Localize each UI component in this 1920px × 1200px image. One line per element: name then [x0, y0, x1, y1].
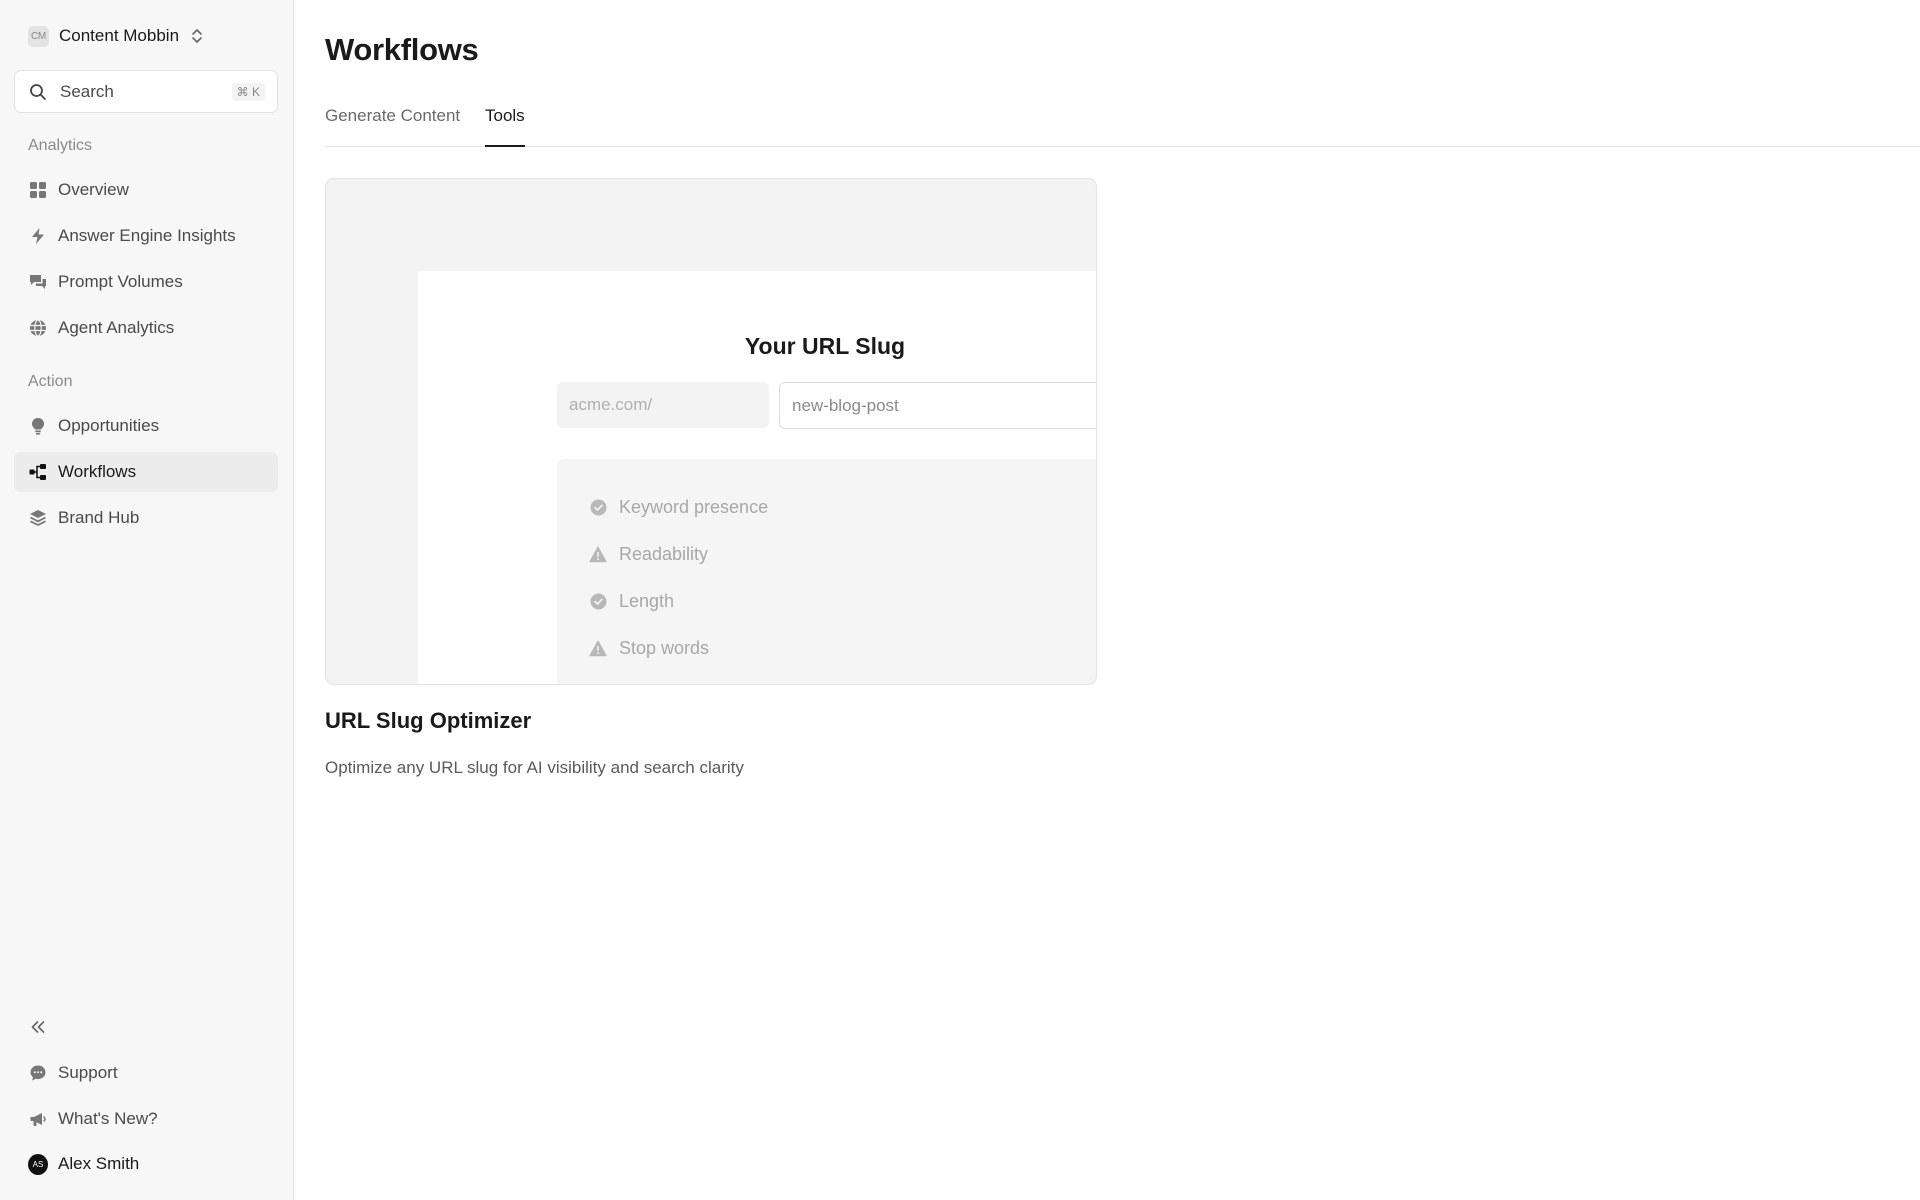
- sidebar-item-label: Answer Engine Insights: [58, 226, 236, 245]
- search-icon: [29, 83, 47, 101]
- check-circle-icon: [589, 593, 607, 611]
- megaphone-icon: [28, 1109, 48, 1129]
- bolt-icon: [28, 226, 48, 246]
- sidebar-item-answer-engine-insights[interactable]: Answer Engine Insights: [14, 216, 278, 256]
- sidebar-item-agent-analytics[interactable]: Agent Analytics: [14, 308, 278, 348]
- user-name: Alex Smith: [58, 1154, 140, 1173]
- sidebar: CM Content Mobbin Search ⌘ K Analytics O…: [0, 0, 294, 1200]
- search-input[interactable]: Search ⌘ K: [14, 70, 278, 113]
- check-label: Length: [619, 591, 675, 611]
- warning-triangle-icon: [589, 546, 607, 564]
- sidebar-item-opportunities[interactable]: Opportunities: [14, 406, 278, 446]
- page-title: Workflows: [325, 32, 479, 67]
- sidebar-item-label: What's New?: [58, 1109, 158, 1128]
- sidebar-item-overview[interactable]: Overview: [14, 170, 278, 210]
- collapse-sidebar-button[interactable]: [28, 1017, 48, 1037]
- check-item-readability: Readability: [589, 544, 708, 565]
- preview-title: Your URL Slug: [744, 333, 906, 359]
- warning-triangle-icon: [589, 640, 607, 658]
- main-content: Workflows Generate Content Tools Your UR…: [295, 0, 1920, 1200]
- sidebar-item-label: Agent Analytics: [58, 318, 175, 337]
- check-label: Stop words: [619, 638, 710, 658]
- preview-checks-list: Keyword presence Readability Length Stop…: [557, 459, 1096, 684]
- workflow-icon: [28, 462, 48, 482]
- avatar-initials: AS: [28, 1153, 48, 1175]
- workspace-name: Content Mobbin: [59, 26, 180, 45]
- tab-bar: Generate Content Tools: [325, 96, 1920, 147]
- tab-generate-content[interactable]: Generate Content: [325, 106, 460, 146]
- sidebar-item-label: Support: [58, 1063, 118, 1082]
- chat-bubbles-icon: [28, 272, 48, 292]
- search-shortcut: ⌘ K: [231, 82, 265, 101]
- preview-panel: Your URL Slug acme.com/ new-blog-post Ke…: [418, 271, 1096, 684]
- user-menu[interactable]: AS Alex Smith: [14, 1144, 278, 1184]
- layers-icon: [28, 508, 48, 528]
- sidebar-item-label: Opportunities: [58, 416, 160, 435]
- sidebar-item-brand-hub[interactable]: Brand Hub: [14, 498, 278, 538]
- preview-slug-field: new-blog-post: [779, 382, 1096, 429]
- tool-title[interactable]: URL Slug Optimizer: [325, 708, 531, 734]
- sidebar-item-support[interactable]: Support: [14, 1053, 278, 1093]
- tab-tools[interactable]: Tools: [485, 106, 525, 147]
- chat-icon: [28, 1063, 48, 1083]
- sidebar-item-prompt-volumes[interactable]: Prompt Volumes: [14, 262, 278, 302]
- sidebar-item-workflows[interactable]: Workflows: [14, 452, 278, 492]
- grid-icon: [28, 180, 48, 200]
- chevron-up-down-icon: [191, 27, 203, 45]
- check-circle-icon: [589, 499, 607, 517]
- globe-icon: [28, 318, 48, 338]
- workspace-badge: CM: [28, 25, 49, 47]
- section-label-action: Action: [28, 373, 73, 390]
- tool-description: Optimize any URL slug for AI visibility …: [325, 758, 744, 777]
- sidebar-item-label: Brand Hub: [58, 508, 140, 527]
- chevrons-left-icon: [30, 1020, 46, 1034]
- check-item-stop-words: Stop words: [589, 638, 709, 659]
- search-label: Search: [60, 81, 114, 101]
- sidebar-item-whats-new[interactable]: What's New?: [14, 1099, 278, 1139]
- sidebar-item-label: Prompt Volumes: [58, 272, 183, 291]
- check-item-keyword-presence: Keyword presence: [589, 497, 768, 518]
- check-label: Keyword presence: [619, 497, 769, 517]
- check-item-length: Length: [589, 591, 674, 612]
- tool-card-preview[interactable]: Your URL Slug acme.com/ new-blog-post Ke…: [325, 178, 1097, 685]
- sidebar-item-label: Overview: [58, 180, 129, 199]
- avatar: AS: [28, 1153, 48, 1175]
- lightbulb-icon: [28, 416, 48, 436]
- workspace-switcher[interactable]: CM Content Mobbin: [28, 22, 203, 50]
- check-label: Readability: [619, 544, 709, 564]
- sidebar-item-label: Workflows: [58, 462, 137, 481]
- section-label-analytics: Analytics: [28, 137, 93, 154]
- preview-domain-prefix: acme.com/: [557, 382, 769, 428]
